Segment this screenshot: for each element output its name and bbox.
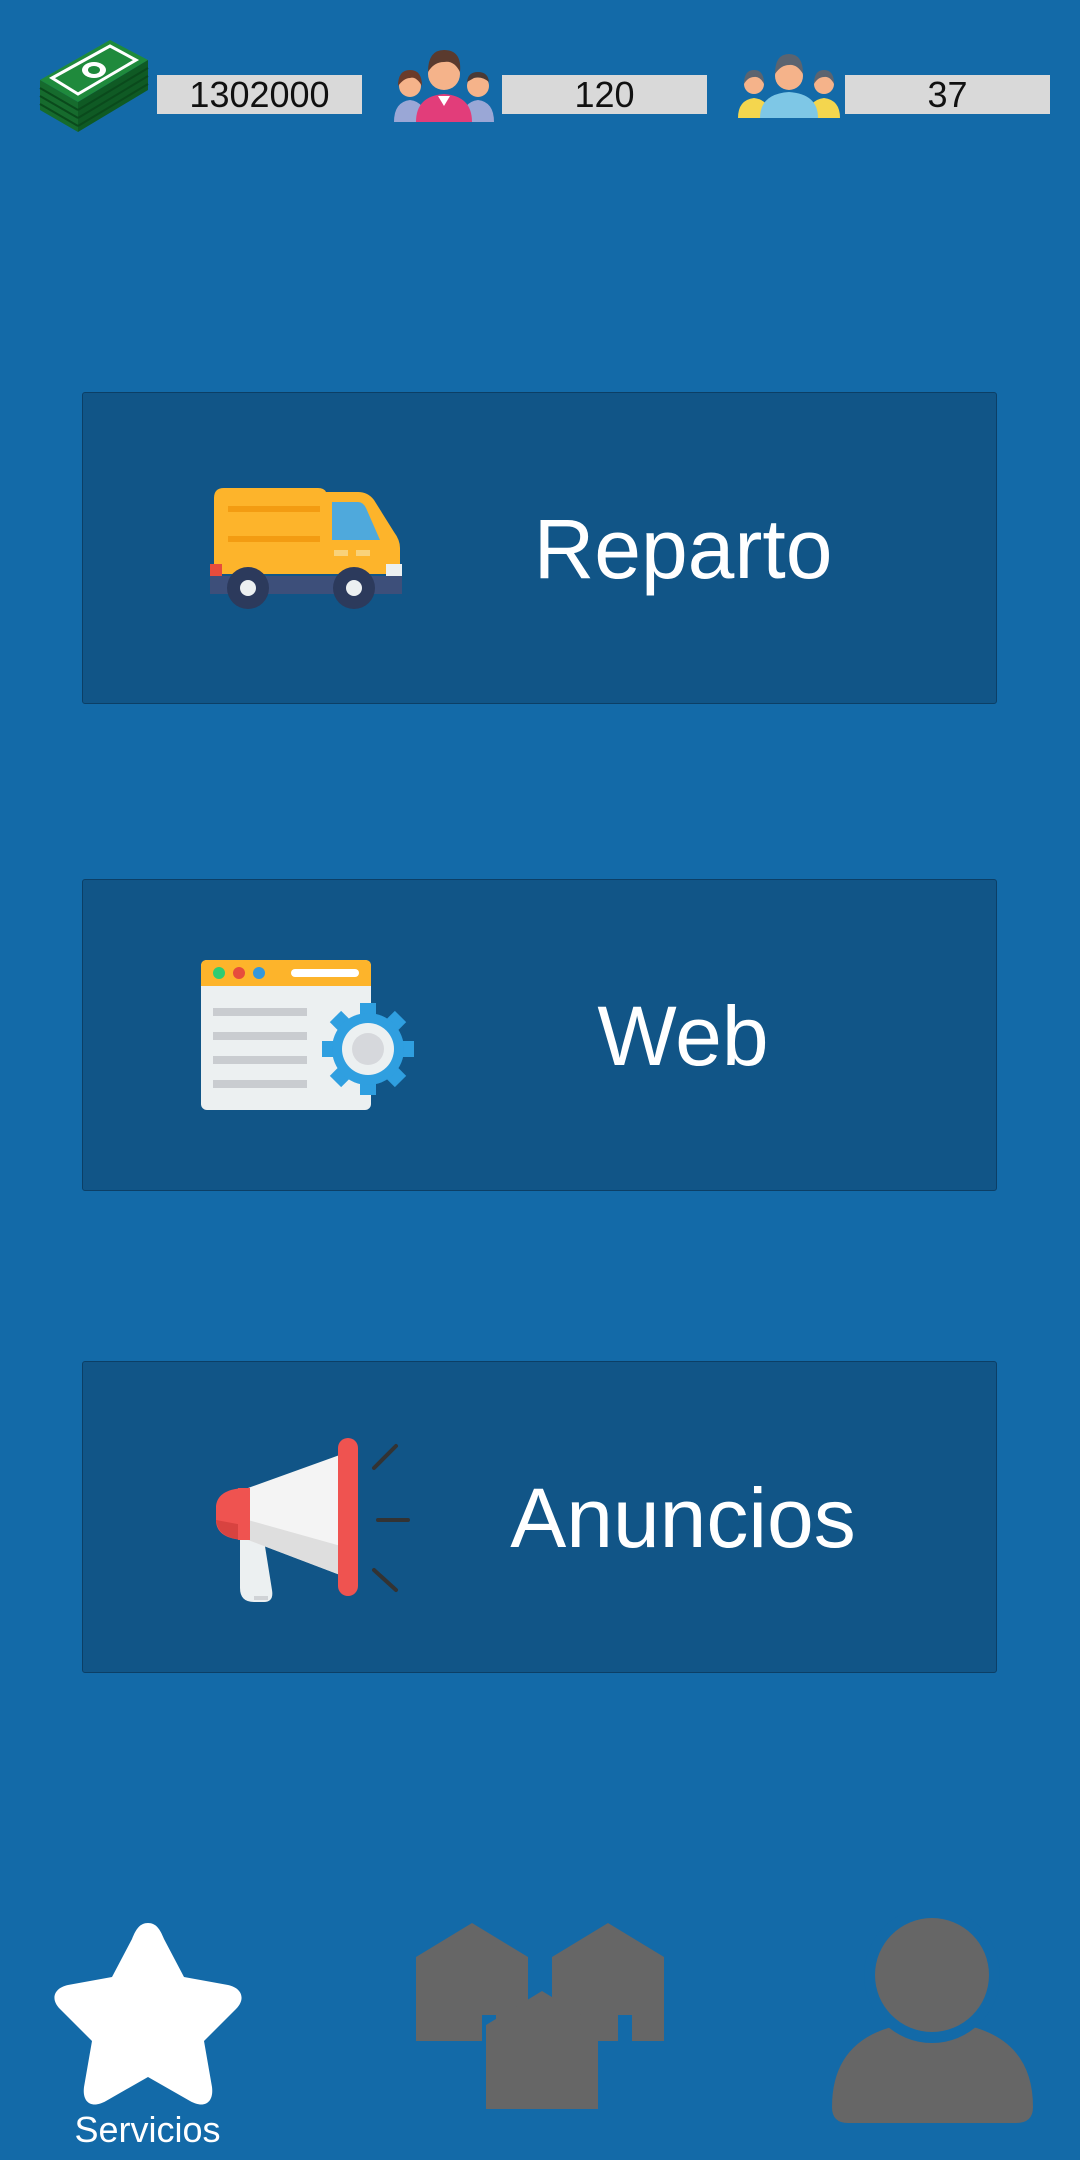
money-stack-icon xyxy=(39,40,149,132)
service-label-reparto: Reparto xyxy=(533,502,833,596)
web-settings-icon xyxy=(201,960,414,1110)
service-card-anuncios[interactable]: Anuncios xyxy=(82,1361,997,1673)
service-label-anuncios: Anuncios xyxy=(510,1471,856,1565)
clients-value: 37 xyxy=(845,75,1050,115)
service-card-web[interactable]: Web xyxy=(82,879,997,1191)
star-icon xyxy=(54,1923,242,2105)
service-card-reparto[interactable]: Reparto xyxy=(82,392,997,704)
employees-icon xyxy=(394,50,494,122)
user-icon xyxy=(832,1915,1033,2123)
delivery-truck-icon xyxy=(210,488,402,609)
clients-group-icon xyxy=(738,54,840,118)
houses-icon xyxy=(416,1923,664,2109)
nav-profile[interactable] xyxy=(830,1915,1035,2125)
nav-buildings[interactable] xyxy=(410,1920,670,2120)
employees-value: 120 xyxy=(502,75,707,115)
money-value: 1302000 xyxy=(157,75,362,115)
service-label-web: Web xyxy=(597,989,769,1083)
nav-servicios[interactable]: Servicios xyxy=(40,1915,255,2160)
megaphone-icon xyxy=(216,1438,410,1602)
nav-servicios-label: Servicios xyxy=(74,2109,221,2150)
